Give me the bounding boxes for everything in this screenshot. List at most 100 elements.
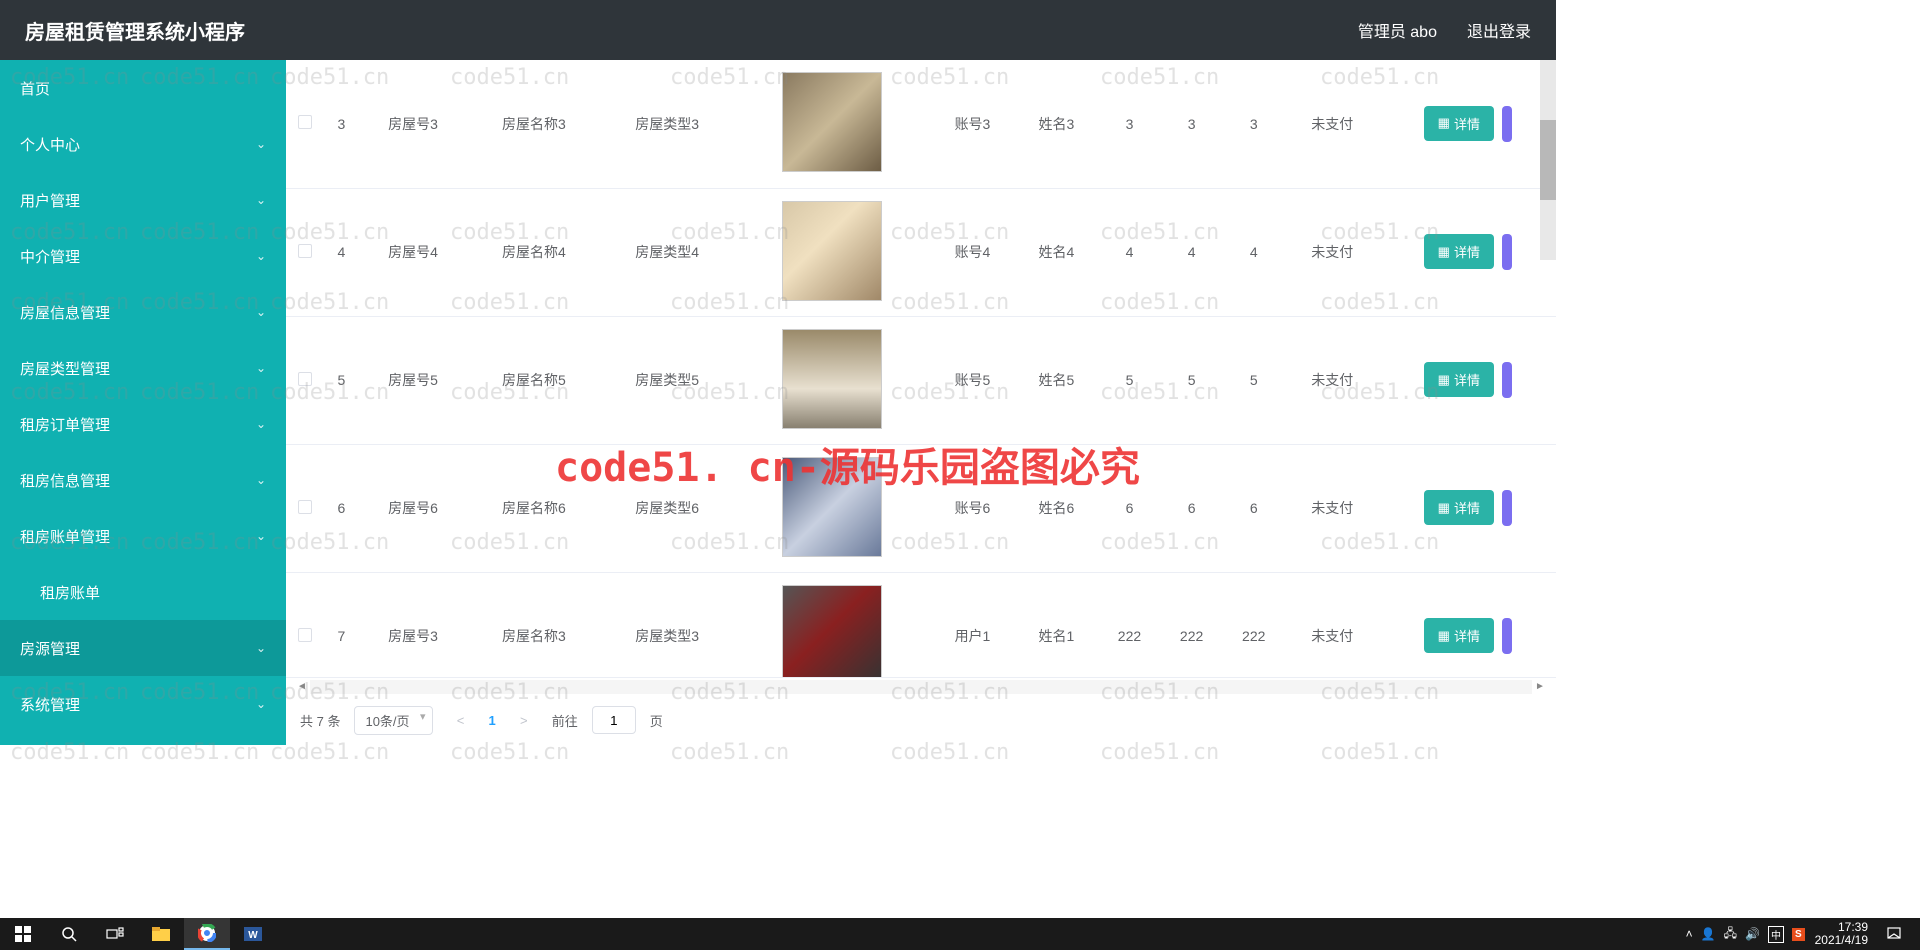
table-cell [286, 572, 324, 677]
next-page-button[interactable]: > [510, 706, 538, 734]
tray-network-icon[interactable]: 🖧 [1724, 924, 1737, 945]
table-cell: 房屋名称3 [467, 60, 600, 188]
detail-button[interactable]: ▦ 详情 [1424, 362, 1494, 397]
detail-button[interactable]: ▦ 详情 [1424, 234, 1494, 269]
notification-icon[interactable] [1878, 918, 1910, 950]
table-cell: 4 [1098, 188, 1160, 316]
scroll-left-icon[interactable]: ◄ [294, 680, 310, 694]
sidebar-item-label: 房屋信息管理 [20, 302, 110, 323]
table-cell: ▦ 详情 [1380, 572, 1556, 677]
table-cell: 房屋号4 [359, 188, 468, 316]
row-checkbox[interactable] [298, 244, 312, 258]
table-row: 4房屋号4房屋名称4房屋类型4账号4姓名4444未支付▦ 详情 [286, 188, 1556, 316]
table-cell: 未支付 [1285, 572, 1380, 677]
explorer-icon[interactable] [138, 918, 184, 950]
tray-icons[interactable]: ˄ 👤 🖧 🔊 中 S [1686, 924, 1805, 945]
taskbar-clock[interactable]: 17:39 2021/4/19 [1815, 921, 1868, 947]
table-cell: 姓名6 [1014, 444, 1098, 572]
page-number-current[interactable]: 1 [489, 713, 496, 728]
horizontal-scrollbar[interactable]: ◄ ► [286, 677, 1556, 695]
row-checkbox[interactable] [298, 372, 312, 386]
chevron-down-icon: ⌄ [256, 249, 266, 263]
sidebar-item-2[interactable]: 用户管理 ⌄ [0, 172, 286, 228]
chevron-down-icon: ⌄ [256, 697, 266, 711]
edit-button[interactable] [1502, 618, 1512, 654]
sidebar-item-4[interactable]: 房屋信息管理⌄ [0, 284, 286, 340]
chevron-down-icon: ⌄ [256, 473, 266, 487]
admin-name[interactable]: 管理员 abo [1358, 18, 1437, 42]
table-cell: 姓名5 [1014, 316, 1098, 444]
sidebar-item-6[interactable]: 租房订单管理⌄ [0, 396, 286, 452]
vertical-scrollbar[interactable] [1540, 60, 1556, 260]
table-cell: 5 [324, 316, 359, 444]
sidebar-item-7[interactable]: 租房信息管理 ⌄ [0, 452, 286, 508]
table-cell: 6 [1098, 444, 1160, 572]
table-cell: 姓名1 [1014, 572, 1098, 677]
room-image [782, 457, 882, 557]
table-cell: 姓名3 [1014, 60, 1098, 188]
table-cell: 6 [1161, 444, 1223, 572]
edit-button[interactable] [1502, 234, 1512, 270]
sidebar-item-3[interactable]: 中介管理⌄ [0, 228, 286, 284]
detail-icon: ▦ [1438, 372, 1450, 388]
row-checkbox[interactable] [298, 500, 312, 514]
table-cell: 姓名4 [1014, 188, 1098, 316]
detail-button[interactable]: ▦ 详情 [1424, 106, 1494, 141]
taskbar-date: 2021/4/19 [1815, 934, 1868, 947]
tray-ime-icon[interactable]: 中 [1768, 926, 1784, 943]
sidebar-item-label: 用户管理 [20, 190, 80, 211]
table-cell: 4 [1223, 188, 1285, 316]
chevron-down-icon: ⌄ [256, 193, 266, 207]
table-cell: 房屋名称4 [467, 188, 600, 316]
sidebar-item-9[interactable]: 租房账单 [0, 564, 286, 620]
chevron-down-icon: ⌄ [256, 641, 266, 655]
page-size-select[interactable]: 10条/页 [354, 706, 432, 735]
sidebar-item-label: 租房订单管理 [20, 414, 110, 435]
tray-volume-icon[interactable]: 🔊 [1745, 927, 1760, 941]
logout-link[interactable]: 退出登录 [1467, 18, 1531, 42]
chevron-down-icon: ⌄ [256, 137, 266, 151]
row-checkbox[interactable] [298, 628, 312, 642]
table-cell: 未支付 [1285, 316, 1380, 444]
tray-chevron-icon[interactable]: ˄ [1686, 927, 1693, 941]
sidebar-item-8[interactable]: 租房账单管理⌄ [0, 508, 286, 564]
table-cell: 6 [1223, 444, 1285, 572]
table-cell: 3 [1161, 60, 1223, 188]
sidebar-item-1[interactable]: 个人中心 ⌄ [0, 116, 286, 172]
sidebar-item-0[interactable]: 首页 [0, 60, 286, 116]
scroll-right-icon[interactable]: ► [1532, 680, 1548, 694]
table-cell: 5 [1161, 316, 1223, 444]
table-cell: 222 [1098, 572, 1160, 677]
sidebar-item-label: 房屋类型管理 [20, 358, 110, 379]
word-icon[interactable]: W [230, 918, 276, 950]
room-image [782, 72, 882, 172]
chevron-down-icon: ⌄ [256, 361, 266, 375]
scroll-track[interactable] [310, 680, 1532, 694]
tray-people-icon[interactable]: 👤 [1701, 927, 1716, 941]
sidebar-item-label: 个人中心 [20, 134, 80, 155]
sidebar: 首页个人中心⌄用户管理⌄中介管理⌄房屋信息管理⌄房屋类型管理⌄租房订单管理⌄租房… [0, 60, 286, 745]
tray-sogou-icon[interactable]: S [1792, 928, 1805, 941]
table-cell: 未支付 [1285, 188, 1380, 316]
sidebar-item-5[interactable]: 房屋类型管理 ⌄ [0, 340, 286, 396]
sidebar-item-label: 租房信息管理 [20, 470, 110, 491]
edit-button[interactable] [1502, 490, 1512, 526]
row-checkbox[interactable] [298, 115, 312, 129]
start-button[interactable] [0, 918, 46, 950]
goto-page-input[interactable] [592, 706, 636, 734]
table-scroll[interactable]: 3房屋号3房屋名称3房屋类型3账号3姓名3333未支付▦ 详情4房屋号4房屋名称… [286, 60, 1556, 677]
search-icon[interactable] [46, 918, 92, 950]
sidebar-item-11[interactable]: 系统管理⌄ [0, 676, 286, 732]
table-cell: 7 [324, 572, 359, 677]
taskview-icon[interactable] [92, 918, 138, 950]
room-image [782, 585, 882, 678]
detail-button[interactable]: ▦ 详情 [1424, 490, 1494, 525]
chrome-icon[interactable] [184, 918, 230, 950]
table-cell: 账号3 [930, 60, 1014, 188]
sidebar-item-10[interactable]: 房源管理⌄ [0, 620, 286, 676]
edit-button[interactable] [1502, 362, 1512, 398]
detail-button[interactable]: ▦ 详情 [1424, 618, 1494, 653]
prev-page-button[interactable]: < [447, 706, 475, 734]
topbar: 房屋租赁管理系统小程序 管理员 abo 退出登录 [0, 0, 1556, 60]
edit-button[interactable] [1502, 106, 1512, 142]
